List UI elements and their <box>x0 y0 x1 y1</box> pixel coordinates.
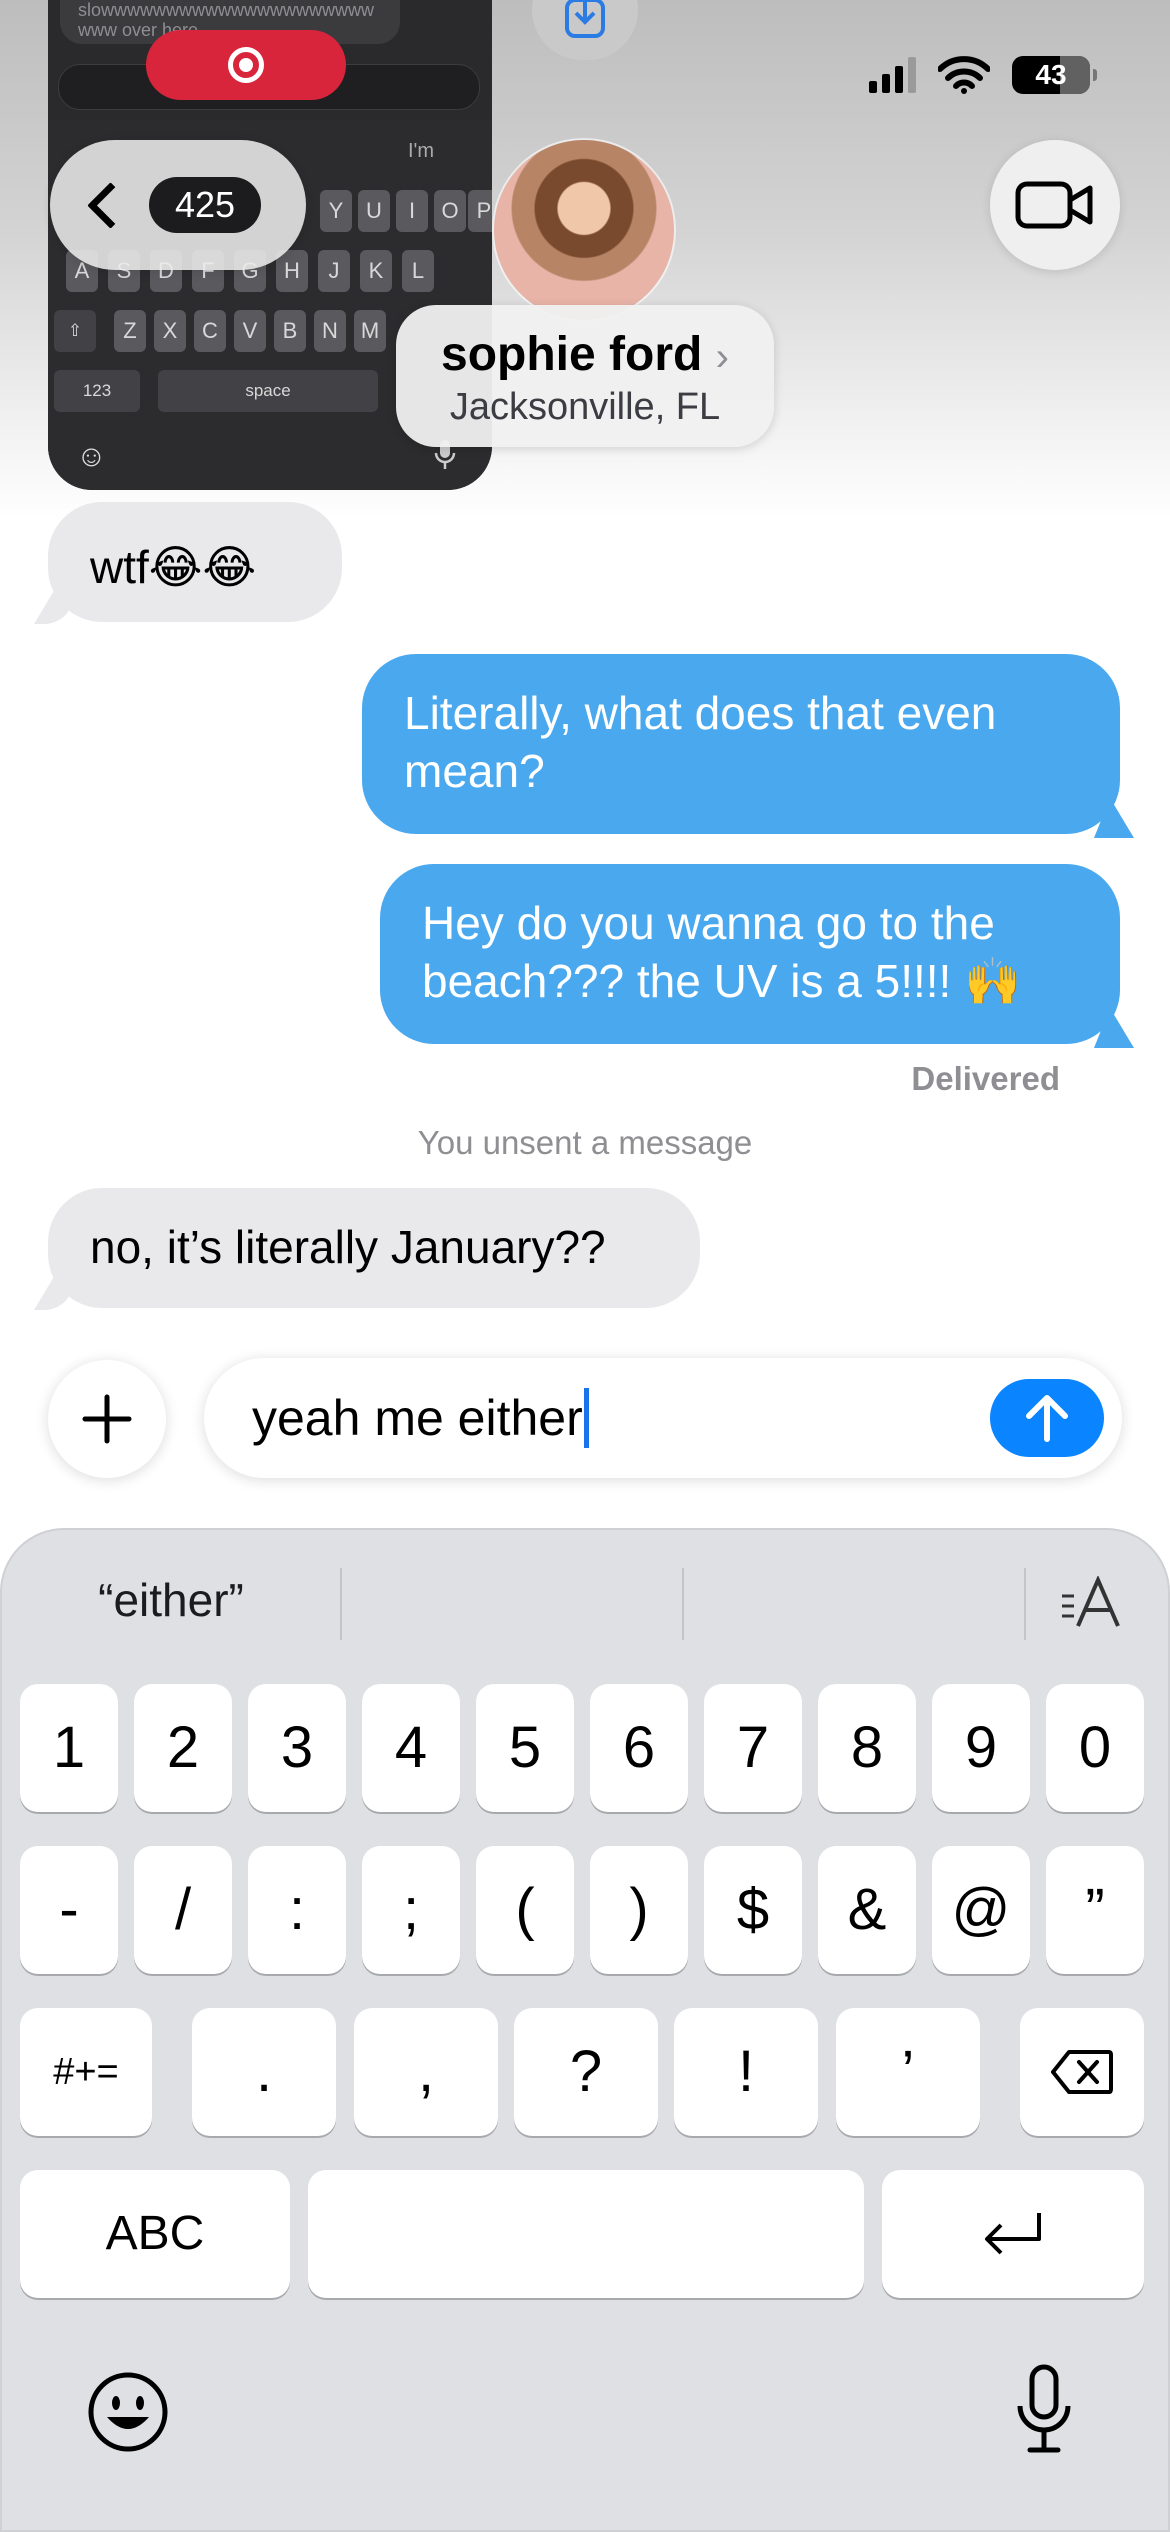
contact-name-row: sophie ford › <box>396 327 774 382</box>
send-button[interactable] <box>990 1379 1104 1457</box>
emoji-button[interactable] <box>84 2368 172 2456</box>
battery-level: 43 <box>1035 59 1067 90</box>
preview-key: K <box>360 250 392 292</box>
key-at[interactable]: @ <box>932 1846 1030 1974</box>
key-semicolon[interactable]: ; <box>362 1846 460 1974</box>
cellular-signal-icon <box>869 57 916 93</box>
abc-key[interactable]: ABC <box>20 2170 290 2298</box>
key-0[interactable]: 0 <box>1046 1684 1144 1812</box>
key-2[interactable]: 2 <box>134 1684 232 1812</box>
keyboard: “either” 1 2 3 4 5 6 7 8 9 0 - / : ; ( )… <box>0 1528 1170 2532</box>
key-quote[interactable]: ” <box>1046 1846 1144 1974</box>
key-slash[interactable]: / <box>134 1846 232 1974</box>
chevron-right-icon: › <box>715 335 729 379</box>
key-exclamation[interactable]: ! <box>674 2008 818 2136</box>
facetime-video-button[interactable] <box>990 140 1120 270</box>
preview-message-line-1: slowwwwwwwwwwwwwwwwwwwww <box>78 0 374 20</box>
chevron-left-icon <box>87 181 134 229</box>
contact-name: sophie ford <box>441 328 703 381</box>
preview-key: M <box>354 310 386 352</box>
preview-key: J <box>318 250 350 292</box>
contact-location: Jacksonville, FL <box>449 386 721 428</box>
apps-plus-button[interactable] <box>48 1360 166 1478</box>
message-input[interactable]: yeah me either <box>204 1358 1122 1478</box>
preview-key: X <box>154 310 186 352</box>
text-format-icon <box>1062 1574 1120 1627</box>
suggestion-1[interactable]: “either” <box>2 1530 340 1670</box>
preview-key: L <box>402 250 434 292</box>
key-dollar[interactable]: $ <box>704 1846 802 1974</box>
plus-icon <box>82 1394 132 1444</box>
key-period[interactable]: . <box>192 2008 336 2136</box>
preview-key: N <box>314 310 346 352</box>
preview-key: B <box>274 310 306 352</box>
message-bubble-outgoing[interactable]: Hey do you wanna go to the beach??? the … <box>380 864 1134 1048</box>
video-camera-icon <box>1015 181 1093 229</box>
key-open-paren[interactable]: ( <box>476 1846 574 1974</box>
delete-key[interactable] <box>1020 2008 1144 2136</box>
key-6[interactable]: 6 <box>590 1684 688 1812</box>
recording-indicator[interactable] <box>146 30 346 100</box>
back-button[interactable]: 425 <box>50 140 306 270</box>
preview-key: Z <box>114 310 146 352</box>
message-input-text: yeah me either <box>252 1390 583 1446</box>
preview-suggestion: I'm <box>408 140 435 162</box>
wifi-icon <box>938 56 990 94</box>
message-bubble-incoming[interactable]: no, it’s literally January?? <box>34 1188 700 1310</box>
emoji-icon <box>88 2372 168 2452</box>
text-cursor <box>583 1388 589 1448</box>
dictation-button[interactable] <box>1004 2360 1084 2460</box>
contact-avatar[interactable] <box>494 140 674 320</box>
space-key[interactable] <box>308 2170 864 2298</box>
preview-key: P <box>468 190 492 232</box>
key-colon[interactable]: : <box>248 1846 346 1974</box>
key-3[interactable]: 3 <box>248 1684 346 1812</box>
key-ampersand[interactable]: & <box>818 1846 916 1974</box>
return-key[interactable] <box>882 2170 1144 2298</box>
key-apostrophe[interactable]: ’ <box>836 2008 980 2136</box>
arrow-up-icon <box>1026 1395 1068 1442</box>
preview-space-key: space <box>158 370 378 412</box>
key-7[interactable]: 7 <box>704 1684 802 1812</box>
preview-key: V <box>234 310 266 352</box>
preview-key: I <box>396 190 428 232</box>
unread-count-badge: 425 <box>149 177 262 233</box>
preview-key: Y <box>320 190 352 232</box>
status-bar: 43 <box>869 56 1097 94</box>
battery-indicator: 43 <box>1012 56 1097 94</box>
text-format-button[interactable] <box>1060 1574 1126 1635</box>
key-question[interactable]: ? <box>514 2008 658 2136</box>
key-4[interactable]: 4 <box>362 1684 460 1812</box>
delivery-status: Delivered <box>911 1060 1060 1097</box>
message-text: wtf😂😂 <box>90 541 257 593</box>
delete-icon <box>1051 2050 1113 2094</box>
key-8[interactable]: 8 <box>818 1684 916 1812</box>
key-more-symbols[interactable]: #+= <box>20 2008 152 2136</box>
preview-key: C <box>194 310 226 352</box>
key-close-paren[interactable]: ) <box>590 1846 688 1974</box>
message-text: Hey do you wanna go to the beach??? the … <box>422 897 1022 1007</box>
key-1[interactable]: 1 <box>20 1684 118 1812</box>
suggestion-3[interactable] <box>684 1530 1024 1670</box>
preview-key: U <box>358 190 390 232</box>
key-comma[interactable]: , <box>354 2008 498 2136</box>
suggestion-2[interactable] <box>342 1530 682 1670</box>
contact-info-button[interactable]: sophie ford › Jacksonville, FL <box>396 305 774 447</box>
return-icon <box>985 2213 1041 2255</box>
preview-shift-key: ⇧ <box>54 310 96 352</box>
unsent-notice: You unsent a message <box>417 1124 753 1161</box>
message-bubble-outgoing[interactable]: Literally, what does that even mean? <box>362 654 1134 838</box>
key-hyphen[interactable]: - <box>20 1846 118 1974</box>
preview-emoji-icon: ☺ <box>76 440 107 473</box>
message-text: no, it’s literally January?? <box>90 1221 606 1273</box>
key-9[interactable]: 9 <box>932 1684 1030 1812</box>
preview-123-key: 123 <box>54 370 140 412</box>
preview-key: O <box>434 190 466 232</box>
key-5[interactable]: 5 <box>476 1684 574 1812</box>
message-text: Literally, what does that even mean? <box>404 687 997 797</box>
message-bubble-incoming[interactable]: wtf😂😂 <box>34 502 342 624</box>
download-icon <box>565 0 605 38</box>
record-icon <box>228 47 264 83</box>
microphone-icon <box>1017 2364 1071 2453</box>
